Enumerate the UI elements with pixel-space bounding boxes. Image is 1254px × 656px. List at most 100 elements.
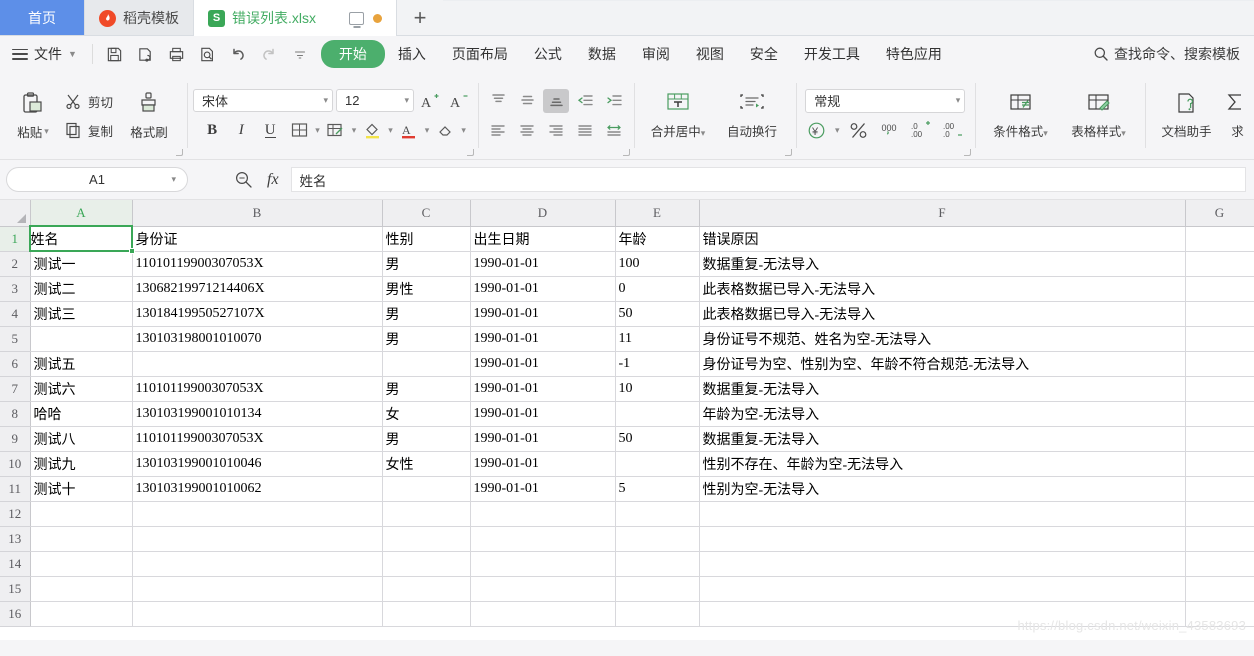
column-header-a[interactable]: A: [30, 200, 133, 227]
chevron-down-icon[interactable]: ▾: [388, 125, 393, 136]
row-header-15[interactable]: 15: [0, 576, 31, 602]
cell-D3[interactable]: 1990-01-01: [470, 276, 616, 302]
cell-D2[interactable]: 1990-01-01: [470, 251, 616, 277]
cell-D8[interactable]: 1990-01-01: [470, 401, 616, 427]
wrap-text-button[interactable]: 自动换行: [715, 80, 789, 152]
cell-E7[interactable]: 10: [615, 376, 700, 402]
cell-G1[interactable]: [1185, 226, 1254, 252]
align-center-button[interactable]: [514, 119, 540, 143]
cell-E2[interactable]: 100: [615, 251, 700, 277]
cell-A13[interactable]: [30, 526, 133, 552]
ribbon-tab-page-layout[interactable]: 页面布局: [439, 40, 521, 68]
cell-F7[interactable]: 数据重复-无法导入: [699, 376, 1186, 402]
insert-function-search-icon[interactable]: [234, 170, 253, 189]
cell-F15[interactable]: [699, 576, 1186, 602]
cell-G4[interactable]: [1185, 301, 1254, 327]
cell-G6[interactable]: [1185, 351, 1254, 377]
row-header-9[interactable]: 9: [0, 426, 31, 452]
alignment-dialog-launcher[interactable]: [623, 149, 631, 156]
chevron-down-icon[interactable]: ▾: [315, 125, 320, 136]
ribbon-tab-formula[interactable]: 公式: [521, 40, 575, 68]
ribbon-tab-insert[interactable]: 插入: [385, 40, 439, 68]
align-right-button[interactable]: [543, 119, 569, 143]
tab-document-error-list[interactable]: S 错误列表.xlsx: [194, 0, 397, 36]
cell-F4[interactable]: 此表格数据已导入-无法导入: [699, 301, 1186, 327]
cell-B12[interactable]: [132, 501, 383, 527]
save-icon[interactable]: [100, 41, 129, 67]
cell-E16[interactable]: [615, 601, 700, 627]
cell-F13[interactable]: [699, 526, 1186, 552]
cell-G16[interactable]: [1185, 601, 1254, 627]
format-painter-button[interactable]: 格式刷: [118, 80, 180, 152]
cell-C5[interactable]: 男: [382, 326, 471, 352]
cell-G9[interactable]: [1185, 426, 1254, 452]
cell-A12[interactable]: [30, 501, 133, 527]
font-dialog-launcher[interactable]: [467, 149, 475, 156]
column-header-d[interactable]: D: [470, 200, 616, 227]
font-size-select[interactable]: 12 ▾: [336, 89, 415, 112]
cell-F16[interactable]: [699, 601, 1186, 627]
cell-D4[interactable]: 1990-01-01: [470, 301, 616, 327]
cell-C16[interactable]: [382, 601, 471, 627]
cell-D14[interactable]: [470, 551, 616, 577]
number-dialog-launcher[interactable]: [963, 149, 971, 156]
ribbon-tab-featured-apps[interactable]: 特色应用: [873, 40, 955, 68]
ribbon-tab-data[interactable]: 数据: [575, 40, 629, 68]
cell-G7[interactable]: [1185, 376, 1254, 402]
cell-E14[interactable]: [615, 551, 700, 577]
cell-B9[interactable]: 11010119900307053X: [132, 426, 383, 452]
row-header-12[interactable]: 12: [0, 501, 31, 527]
cell-E10[interactable]: [615, 451, 700, 477]
row-header-2[interactable]: 2: [0, 251, 31, 277]
cell-G3[interactable]: [1185, 276, 1254, 302]
cell-A2[interactable]: 测试一: [30, 251, 133, 277]
row-header-5[interactable]: 5: [0, 326, 31, 352]
cell-E4[interactable]: 50: [615, 301, 700, 327]
cell-E5[interactable]: 11: [615, 326, 700, 352]
decrease-indent-button[interactable]: [572, 89, 598, 113]
distribute-button[interactable]: [601, 119, 627, 143]
cell-A3[interactable]: 测试二: [30, 276, 133, 302]
cell-F11[interactable]: 性别为空-无法导入: [699, 476, 1186, 502]
cell-F6[interactable]: 身份证号为空、性别为空、年龄不符合规范-无法导入: [699, 351, 1186, 377]
cell-A11[interactable]: 测试十: [30, 476, 133, 502]
row-header-11[interactable]: 11: [0, 476, 31, 502]
cell-C3[interactable]: 男性: [382, 276, 471, 302]
column-header-f[interactable]: F: [699, 200, 1186, 227]
tab-home[interactable]: 首页: [0, 0, 84, 36]
row-header-7[interactable]: 7: [0, 376, 31, 402]
cell-F1[interactable]: 错误原因: [699, 226, 1186, 252]
cell-D10[interactable]: 1990-01-01: [470, 451, 616, 477]
table-style-button[interactable]: 表格样式▾: [1060, 80, 1138, 152]
cell-B8[interactable]: 130103199001010134: [132, 401, 383, 427]
underline-button[interactable]: U: [257, 119, 283, 143]
column-header-g[interactable]: G: [1185, 200, 1254, 227]
cell-D16[interactable]: [470, 601, 616, 627]
cell-C13[interactable]: [382, 526, 471, 552]
cell-A7[interactable]: 测试六: [30, 376, 133, 402]
cell-E11[interactable]: 5: [615, 476, 700, 502]
cell-C6[interactable]: [382, 351, 471, 377]
select-all-corner[interactable]: [0, 200, 31, 227]
cell-C10[interactable]: 女性: [382, 451, 471, 477]
cell-B3[interactable]: 13068219971214406X: [132, 276, 383, 302]
currency-format-button[interactable]: ¥: [803, 119, 829, 143]
increase-font-size-button[interactable]: A: [417, 89, 443, 113]
cell-B6[interactable]: [132, 351, 383, 377]
cell-C12[interactable]: [382, 501, 471, 527]
align-middle-button[interactable]: [514, 89, 540, 113]
autosum-button[interactable]: 求: [1222, 80, 1254, 152]
file-menu-button[interactable]: 文件 ▼: [8, 44, 85, 64]
paste-button[interactable]: 粘贴 ▾: [7, 80, 59, 152]
save-as-icon[interactable]: [131, 41, 160, 67]
cut-button[interactable]: 剪切: [59, 89, 118, 114]
merge-center-button[interactable]: 合并居中▾: [641, 80, 715, 152]
cell-F5[interactable]: 身份证号不规范、姓名为空-无法导入: [699, 326, 1186, 352]
cell-A8[interactable]: 哈哈: [30, 401, 133, 427]
bold-button[interactable]: B: [199, 119, 225, 143]
cell-B2[interactable]: 11010119900307053X: [132, 251, 383, 277]
cell-F9[interactable]: 数据重复-无法导入: [699, 426, 1186, 452]
chevron-down-icon[interactable]: ▾: [461, 125, 466, 136]
cell-B4[interactable]: 13018419950527107X: [132, 301, 383, 327]
cell-B1[interactable]: 身份证: [132, 226, 383, 252]
